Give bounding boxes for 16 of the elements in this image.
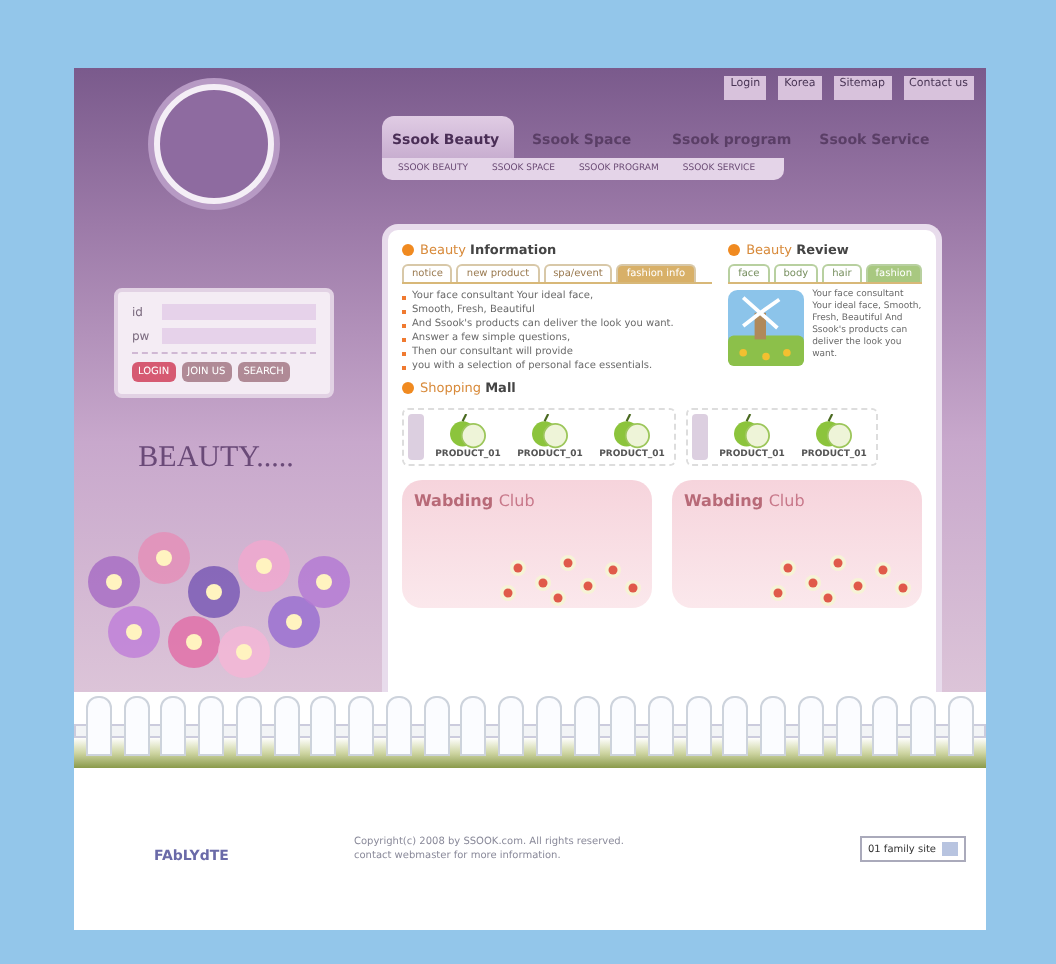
input-field[interactable] <box>162 304 316 320</box>
logo-badge <box>154 84 274 204</box>
club-title: Wabding Club <box>414 492 537 510</box>
club-banner[interactable]: Wabding Club <box>402 480 652 608</box>
apple-icon[interactable] <box>610 414 654 450</box>
apple-icon[interactable] <box>528 414 572 450</box>
apple-icon[interactable] <box>446 414 490 450</box>
club-banner[interactable]: Wabding Club <box>672 480 922 608</box>
label-strip <box>408 414 424 460</box>
windmill-landscape-icon <box>728 290 805 366</box>
label-strip <box>692 414 708 460</box>
club-title: Wabding Club <box>684 492 807 510</box>
input-field[interactable] <box>162 328 316 344</box>
apple-icon[interactable] <box>812 414 856 450</box>
sidebar-heading: BEAUTY..... <box>138 442 294 476</box>
apple-icon[interactable] <box>730 414 774 450</box>
